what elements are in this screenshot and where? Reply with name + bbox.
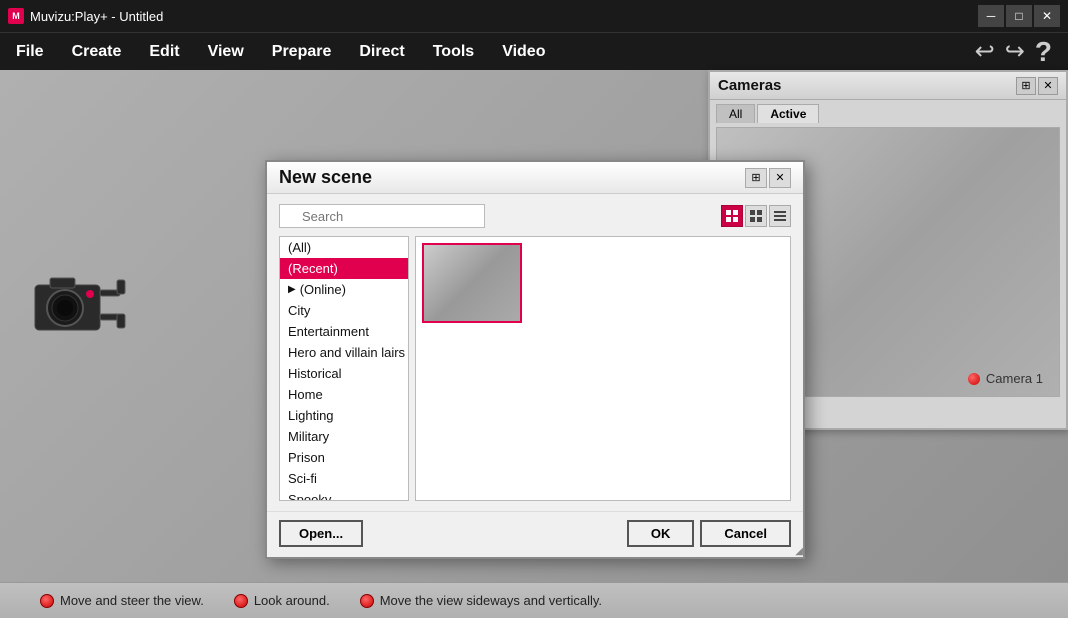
cameras-tab-all[interactable]: All xyxy=(716,104,755,123)
cancel-button[interactable]: Cancel xyxy=(700,520,791,547)
menu-create[interactable]: Create xyxy=(60,39,134,65)
restore-button[interactable]: □ xyxy=(1006,5,1032,27)
cameras-tab-active[interactable]: Active xyxy=(757,104,819,123)
menu-tools[interactable]: Tools xyxy=(421,39,486,65)
cat-lighting[interactable]: Lighting xyxy=(280,405,408,426)
cat-entertainment[interactable]: Entertainment xyxy=(280,321,408,342)
status-dot-3 xyxy=(360,594,374,608)
dialog-body: 🔍 (All) xyxy=(267,194,803,511)
search-row: 🔍 xyxy=(279,204,791,228)
view-icons xyxy=(721,205,791,227)
camera-active-dot xyxy=(968,373,980,385)
new-scene-dialog: New scene ⊞ ✕ 🔍 xyxy=(265,160,805,559)
camera-decoration xyxy=(30,270,130,343)
undo-icon[interactable]: ↩ xyxy=(971,35,999,68)
dialog-title: New scene xyxy=(279,167,372,188)
status-item-1: Move and steer the view. xyxy=(40,593,204,608)
search-input[interactable] xyxy=(279,204,485,228)
menu-file[interactable]: File xyxy=(4,39,56,65)
menu-direct[interactable]: Direct xyxy=(347,39,416,65)
cat-historical[interactable]: Historical xyxy=(280,363,408,384)
categories-list: (All) (Recent) ▶ (Online) City Entertain… xyxy=(279,236,409,501)
dialog-footer: Open... OK Cancel xyxy=(267,511,803,557)
redo-icon[interactable]: ↪ xyxy=(1001,35,1029,68)
resize-handle[interactable] xyxy=(791,545,803,557)
status-item-3: Move the view sideways and vertically. xyxy=(360,593,602,608)
menu-edit[interactable]: Edit xyxy=(137,39,191,65)
cameras-close-button[interactable]: ✕ xyxy=(1038,77,1058,95)
ok-button[interactable]: OK xyxy=(627,520,695,547)
status-dot-1 xyxy=(40,594,54,608)
scenes-grid xyxy=(415,236,791,501)
dialog-controls: ⊞ ✕ xyxy=(745,168,791,188)
cameras-tabs: All Active xyxy=(710,100,1066,123)
cat-hero-villain[interactable]: Hero and villain lairs xyxy=(280,342,408,363)
cat-prison[interactable]: Prison xyxy=(280,447,408,468)
view-list-button[interactable] xyxy=(769,205,791,227)
scene-thumbnail-1[interactable] xyxy=(422,243,522,323)
minimize-button[interactable]: ─ xyxy=(978,5,1004,27)
cat-all[interactable]: (All) xyxy=(280,237,408,258)
dialog-restore-button[interactable]: ⊞ xyxy=(745,168,767,188)
search-wrapper: 🔍 xyxy=(279,204,715,228)
cat-spooky[interactable]: Spooky xyxy=(280,489,408,501)
status-dot-2 xyxy=(234,594,248,608)
close-button[interactable]: ✕ xyxy=(1034,5,1060,27)
cat-military[interactable]: Military xyxy=(280,426,408,447)
menu-prepare[interactable]: Prepare xyxy=(260,39,344,65)
titlebar-controls: ─ □ ✕ xyxy=(978,5,1060,27)
cat-online-label: (Online) xyxy=(300,282,346,297)
dialog-titlebar: New scene ⊞ ✕ xyxy=(267,162,803,194)
cameras-titlebar: Cameras ⊞ ✕ xyxy=(710,72,1066,100)
cameras-controls: ⊞ ✕ xyxy=(1016,77,1058,95)
view-small-grid-button[interactable] xyxy=(721,205,743,227)
camera-1-label: Camera 1 xyxy=(968,371,1043,386)
titlebar-left: M Muvizu:Play+ - Untitled xyxy=(8,8,163,24)
workspace: Cameras ⊞ ✕ All Active Camera 1 New scen… xyxy=(0,70,1068,582)
camera-1-name: Camera 1 xyxy=(986,371,1043,386)
open-button[interactable]: Open... xyxy=(279,520,363,547)
cameras-panel-title: Cameras xyxy=(718,77,781,94)
dialog-ok-cancel: OK Cancel xyxy=(627,520,791,547)
menu-video[interactable]: Video xyxy=(490,39,557,65)
cat-scifi[interactable]: Sci-fi xyxy=(280,468,408,489)
title-bar: M Muvizu:Play+ - Untitled ─ □ ✕ xyxy=(0,0,1068,32)
cat-city[interactable]: City xyxy=(280,300,408,321)
toolbar-right: ↩ ↪ ? xyxy=(971,34,1064,70)
view-large-grid-button[interactable] xyxy=(745,205,767,227)
help-icon[interactable]: ? xyxy=(1031,34,1056,70)
menu-view[interactable]: View xyxy=(196,39,256,65)
status-text-2: Look around. xyxy=(254,593,330,608)
status-text-3: Move the view sideways and vertically. xyxy=(380,593,602,608)
cameras-restore-button[interactable]: ⊞ xyxy=(1016,77,1036,95)
menu-bar: File Create Edit View Prepare Direct Too… xyxy=(0,32,1068,70)
dialog-close-button[interactable]: ✕ xyxy=(769,168,791,188)
status-item-2: Look around. xyxy=(234,593,330,608)
status-text-1: Move and steer the view. xyxy=(60,593,204,608)
cat-online[interactable]: ▶ (Online) xyxy=(280,279,408,300)
content-row: (All) (Recent) ▶ (Online) City Entertain… xyxy=(279,236,791,501)
cat-arrow-icon: ▶ xyxy=(288,284,296,295)
app-icon: M xyxy=(8,8,24,24)
status-bar: Move and steer the view. Look around. Mo… xyxy=(0,582,1068,618)
cat-home[interactable]: Home xyxy=(280,384,408,405)
cat-recent[interactable]: (Recent) xyxy=(280,258,408,279)
app-title: Muvizu:Play+ - Untitled xyxy=(30,9,163,24)
